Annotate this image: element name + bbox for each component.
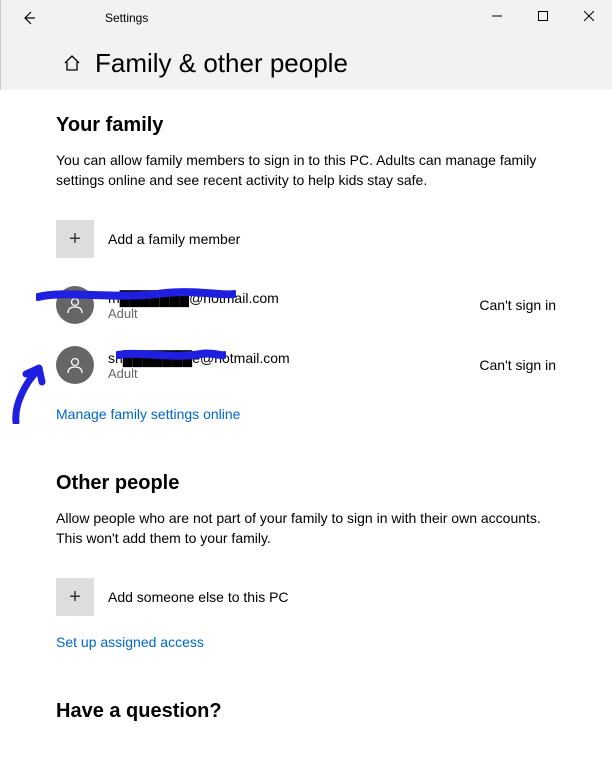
member-email: sh███████e@hotmail.com: [108, 350, 465, 366]
plus-icon: +: [56, 220, 94, 258]
other-description: Allow people who are not part of your fa…: [56, 509, 556, 548]
add-family-label: Add a family member: [108, 231, 240, 247]
app-title: Settings: [105, 11, 148, 25]
add-family-member[interactable]: + Add a family member: [56, 220, 556, 258]
minimize-button[interactable]: [474, 0, 520, 32]
add-other-label: Add someone else to this PC: [108, 589, 289, 605]
family-description: You can allow family members to sign in …: [56, 151, 556, 190]
member-status: Can't sign in: [479, 297, 556, 313]
family-section-title: Your family: [56, 114, 556, 137]
question-section: Have a question?: [56, 700, 556, 723]
other-people-section: Other people Allow people who are not pa…: [56, 472, 556, 650]
person-icon: [56, 346, 94, 384]
close-icon: [584, 11, 594, 21]
home-icon[interactable]: [63, 54, 81, 72]
back-button[interactable]: [1, 0, 57, 36]
maximize-icon: [538, 11, 548, 21]
close-button[interactable]: [566, 0, 612, 32]
page-title: Family & other people: [95, 48, 348, 79]
plus-icon: +: [56, 578, 94, 616]
member-email: m███████@hotmail.com: [108, 290, 465, 306]
family-member-row[interactable]: m███████@hotmail.com Adult Can't sign in: [56, 286, 556, 324]
minimize-icon: [492, 11, 502, 21]
hand-drawn-arrow: [6, 364, 50, 424]
member-role: Adult: [108, 306, 465, 321]
family-member-row[interactable]: sh███████e@hotmail.com Adult Can't sign …: [56, 346, 556, 384]
add-other-person[interactable]: + Add someone else to this PC: [56, 578, 556, 616]
family-section: Your family You can allow family members…: [56, 114, 556, 422]
question-title: Have a question?: [56, 700, 556, 723]
other-section-title: Other people: [56, 472, 556, 495]
arrow-left-icon: [21, 10, 37, 26]
maximize-button[interactable]: [520, 0, 566, 32]
manage-family-link[interactable]: Manage family settings online: [56, 406, 556, 422]
person-icon: [56, 286, 94, 324]
member-role: Adult: [108, 366, 465, 381]
assigned-access-link[interactable]: Set up assigned access: [56, 634, 556, 650]
member-status: Can't sign in: [479, 357, 556, 373]
